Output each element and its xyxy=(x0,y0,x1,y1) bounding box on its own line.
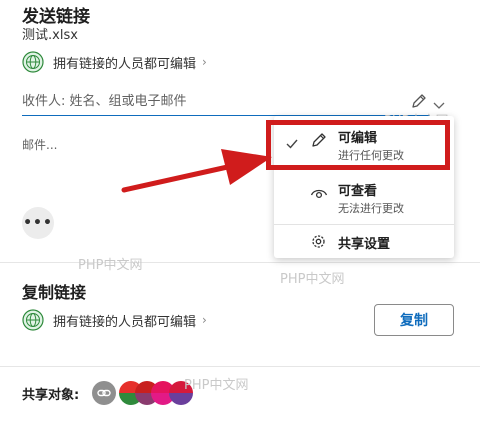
annotation-arrow xyxy=(121,149,272,193)
